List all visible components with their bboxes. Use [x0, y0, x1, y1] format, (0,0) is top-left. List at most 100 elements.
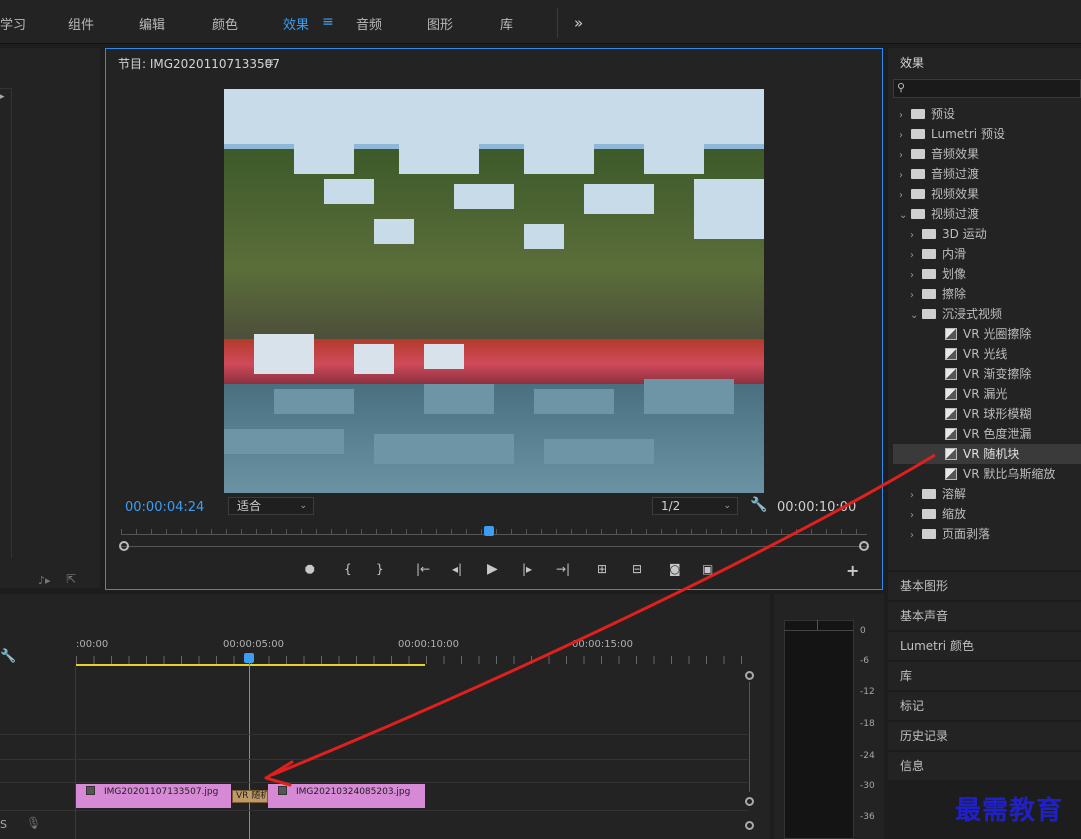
- effects-tree-label: 音频效果: [931, 147, 980, 161]
- effects-tree-item[interactable]: › 内滑: [893, 244, 1081, 264]
- tab-learn[interactable]: 学习: [0, 14, 26, 33]
- chevron-right-icon[interactable]: ›: [910, 526, 920, 546]
- effects-tree-item[interactable]: › 缩放: [893, 504, 1081, 524]
- marker-icon[interactable]: ⯃: [305, 563, 315, 578]
- chevron-down-icon[interactable]: ⌄: [899, 206, 909, 226]
- add-button-icon[interactable]: +: [846, 561, 859, 580]
- panel-lumetri-color[interactable]: Lumetri 颜色: [888, 632, 1081, 660]
- timeline-clip-2[interactable]: IMG20210324085203.jpg: [268, 784, 425, 808]
- panel-libraries[interactable]: 库: [888, 662, 1081, 690]
- sky-block: [399, 134, 479, 174]
- tab-graphics[interactable]: 图形: [427, 14, 453, 33]
- workspace-menu-icon[interactable]: ≡: [322, 14, 334, 30]
- chevron-right-icon[interactable]: ›: [899, 186, 909, 206]
- effects-tree-item[interactable]: › 预设: [893, 104, 1081, 124]
- tab-libraries[interactable]: 库: [500, 14, 513, 33]
- effects-panel: 效果 ⚲ › 预设 › Lumetri 预设 › 音频效果 › 音频过渡 › 视频效果 ⌄ 视频过渡 ›…: [888, 48, 1081, 570]
- effects-tree-item[interactable]: VR 光线: [893, 344, 1081, 364]
- image-clip-icon: [86, 786, 95, 795]
- tab-effects[interactable]: 效果: [283, 14, 309, 33]
- go-to-in-icon[interactable]: |←: [416, 562, 430, 576]
- effects-tree-item[interactable]: VR 默比乌斯缩放: [893, 464, 1081, 484]
- chevron-right-icon[interactable]: ›: [910, 286, 920, 306]
- zoom-bar[interactable]: [121, 546, 867, 547]
- mark-out-icon[interactable]: }: [376, 562, 384, 576]
- step-forward-icon[interactable]: |▸: [522, 562, 532, 576]
- compare-icon[interactable]: ▣: [702, 562, 713, 576]
- effects-tree-item[interactable]: VR 漏光: [893, 384, 1081, 404]
- panel-info[interactable]: 信息: [888, 752, 1081, 780]
- effects-tree-item[interactable]: VR 渐变擦除: [893, 364, 1081, 384]
- microphone-icon[interactable]: 🎙: [26, 816, 41, 830]
- effects-tree-item[interactable]: › 音频过渡: [893, 164, 1081, 184]
- fit-dropdown[interactable]: 适合 ⌄: [228, 497, 314, 515]
- vertical-scroll-track[interactable]: [749, 682, 750, 792]
- effects-tree-item[interactable]: VR 色度泄漏: [893, 424, 1081, 444]
- zoom-handle-left[interactable]: [119, 541, 129, 551]
- effects-tree-item[interactable]: › 划像: [893, 264, 1081, 284]
- video-transition-icon: [945, 468, 957, 480]
- resolution-dropdown[interactable]: 1/2 ⌄: [652, 497, 738, 515]
- more-workspaces-icon[interactable]: »: [574, 14, 583, 32]
- panel-menu-icon[interactable]: ≡: [264, 55, 274, 69]
- effects-tree-item[interactable]: › 音频效果: [893, 144, 1081, 164]
- effects-tree-item[interactable]: VR 随机块: [893, 444, 1081, 464]
- step-back-icon[interactable]: ◂|: [452, 562, 462, 576]
- timeline-clip-1[interactable]: IMG20201107133507.jpg: [76, 784, 231, 808]
- export-audio-icon[interactable]: ♪▸: [38, 574, 51, 587]
- effects-search-input[interactable]: ⚲: [893, 79, 1081, 98]
- chevron-right-icon[interactable]: ›: [899, 106, 909, 126]
- effects-tree-item[interactable]: VR 球形模糊: [893, 404, 1081, 424]
- chevron-right-icon[interactable]: ›: [910, 266, 920, 286]
- transition-block[interactable]: VR 随机: [232, 790, 268, 803]
- track-block: [424, 344, 464, 369]
- extract-icon[interactable]: ⊟: [632, 562, 642, 576]
- chevron-right-icon[interactable]: ›: [910, 506, 920, 526]
- effects-tree-item[interactable]: › 视频效果: [893, 184, 1081, 204]
- effects-tree-item[interactable]: › 溶解: [893, 484, 1081, 504]
- effects-tree-item[interactable]: VR 光圈擦除: [893, 324, 1081, 344]
- effects-tree-item[interactable]: ⌄ 视频过渡: [893, 204, 1081, 224]
- current-timecode[interactable]: 00:00:04:24: [125, 500, 204, 515]
- play-icon[interactable]: ▶: [487, 561, 498, 577]
- chevron-down-icon[interactable]: ⌄: [910, 306, 920, 326]
- tab-edit[interactable]: 编辑: [139, 14, 165, 33]
- chevron-right-icon[interactable]: ›: [899, 126, 909, 146]
- effects-tree-item[interactable]: ⌄ 沉浸式视频: [893, 304, 1081, 324]
- effects-tree-item[interactable]: › 页面剥落: [893, 524, 1081, 544]
- work-area-bar[interactable]: [76, 664, 425, 666]
- chevron-right-icon[interactable]: ›: [899, 166, 909, 186]
- timeline-ruler[interactable]: [76, 656, 748, 664]
- chevron-right-icon[interactable]: ›: [899, 146, 909, 166]
- lift-icon[interactable]: ⊞: [597, 562, 607, 576]
- go-to-out-icon[interactable]: →|: [556, 562, 570, 576]
- panel-essential-graphics[interactable]: 基本图形: [888, 572, 1081, 600]
- vertical-scroll-handle-bottom[interactable]: [745, 797, 754, 806]
- effects-tree-item[interactable]: › Lumetri 预设: [893, 124, 1081, 144]
- folder-icon: [922, 509, 936, 519]
- time-ruler[interactable]: [121, 529, 867, 535]
- panel-essential-sound[interactable]: 基本声音: [888, 602, 1081, 630]
- export-frame-icon[interactable]: ⇱: [66, 572, 76, 586]
- panel-markers[interactable]: 标记: [888, 692, 1081, 720]
- mark-in-icon[interactable]: {: [344, 562, 352, 576]
- video-preview[interactable]: [224, 89, 764, 493]
- panel-history[interactable]: 历史记录: [888, 722, 1081, 750]
- wrench-icon[interactable]: 🔧: [0, 649, 16, 664]
- effects-tree-item[interactable]: › 擦除: [893, 284, 1081, 304]
- playhead-marker[interactable]: [484, 526, 494, 536]
- zoom-handle-right[interactable]: [859, 541, 869, 551]
- expand-arrow-icon[interactable]: ▸: [0, 92, 5, 102]
- chevron-right-icon[interactable]: ›: [910, 486, 920, 506]
- chevron-right-icon[interactable]: ›: [910, 226, 920, 246]
- wrench-icon[interactable]: 🔧: [750, 497, 767, 513]
- effects-tree-item[interactable]: › 3D 运动: [893, 224, 1081, 244]
- vertical-scroll-handle[interactable]: [745, 821, 754, 830]
- effects-tree-label: 预设: [931, 107, 956, 121]
- tab-audio[interactable]: 音频: [356, 14, 382, 33]
- camera-icon[interactable]: ◙: [669, 562, 681, 576]
- chevron-right-icon[interactable]: ›: [910, 246, 920, 266]
- tab-assembly[interactable]: 组件: [68, 14, 94, 33]
- tab-color[interactable]: 颜色: [212, 14, 238, 33]
- vertical-scroll-handle-top[interactable]: [745, 671, 754, 680]
